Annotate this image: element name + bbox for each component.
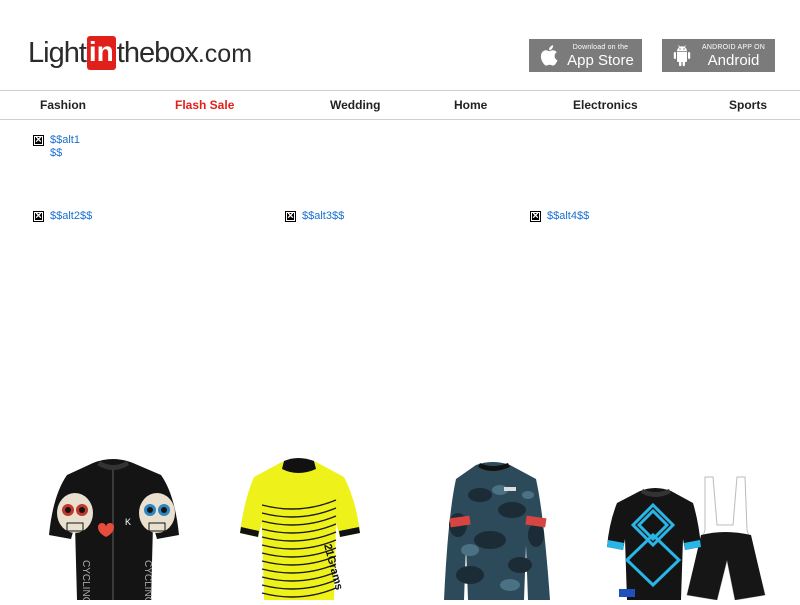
blue-black-cycling-kit-icon xyxy=(607,476,766,601)
svg-text:CYCLING: CYCLING xyxy=(80,560,91,600)
main-nav: Fashion Flash Sale Wedding Home Electron… xyxy=(0,90,800,120)
logo-text-in: in xyxy=(86,36,116,70)
svg-text:CYCLING: CYCLING xyxy=(142,560,153,600)
nav-item-fashion[interactable]: Fashion xyxy=(40,91,86,120)
logo-text-thebox: thebox xyxy=(116,37,199,69)
product-blue-black-kit[interactable] xyxy=(605,455,775,601)
product-black-skull-jersey[interactable]: K CYCLING CYCLING xyxy=(45,455,185,605)
banner-alt-text: $$alt3$$ xyxy=(302,210,345,222)
nav-item-wedding[interactable]: Wedding xyxy=(330,91,380,120)
nav-item-flash-sale[interactable]: Flash Sale xyxy=(175,91,234,120)
android-big-text: Android xyxy=(707,51,760,69)
black-skull-cycling-jersey-icon: K CYCLING CYCLING xyxy=(49,459,179,605)
android-small-text: ANDROID APP ON xyxy=(702,43,765,51)
banner-alt-text: $$alt4$$ xyxy=(547,210,590,222)
app-store-big-text: App Store xyxy=(567,51,634,69)
android-app-button[interactable]: ANDROID APP ON Android xyxy=(662,39,775,72)
banner-image-1[interactable]: $$alt1$$ xyxy=(33,133,86,160)
nav-item-home[interactable]: Home xyxy=(454,91,487,120)
banner-image-2[interactable]: $$alt2$$ xyxy=(33,209,93,223)
banner-alt-text: $$alt1$$ xyxy=(50,134,80,159)
broken-image-icon xyxy=(530,209,541,223)
site-header: Light in thebox .com Download on the App… xyxy=(0,0,800,90)
broken-image-icon xyxy=(33,209,44,223)
apple-icon xyxy=(535,39,563,72)
logo-text-light: Light xyxy=(28,37,87,69)
nav-item-electronics[interactable]: Electronics xyxy=(573,91,638,120)
banner-image-3[interactable]: $$alt3$$ xyxy=(285,209,345,223)
broken-image-icon xyxy=(285,209,296,223)
android-icon xyxy=(668,39,696,72)
product-yellow-jersey[interactable]: 21Grams xyxy=(240,455,365,600)
app-store-small-text: Download on the xyxy=(572,43,629,51)
app-store-button[interactable]: Download on the App Store xyxy=(529,39,642,72)
logo-text-com: .com xyxy=(197,40,253,68)
nav-item-sports[interactable]: Sports xyxy=(729,91,767,120)
banner-image-4[interactable]: $$alt4$$ xyxy=(530,209,590,223)
camo-cycling-jersey-icon xyxy=(444,462,550,600)
svg-text:K: K xyxy=(125,517,131,527)
banner-alt-text: $$alt2$$ xyxy=(50,210,93,222)
site-logo[interactable]: Light in thebox .com xyxy=(28,33,253,70)
broken-image-icon xyxy=(33,133,44,147)
yellow-cycling-jersey-icon: 21Grams xyxy=(240,458,360,600)
product-camo-jersey[interactable] xyxy=(440,455,555,600)
